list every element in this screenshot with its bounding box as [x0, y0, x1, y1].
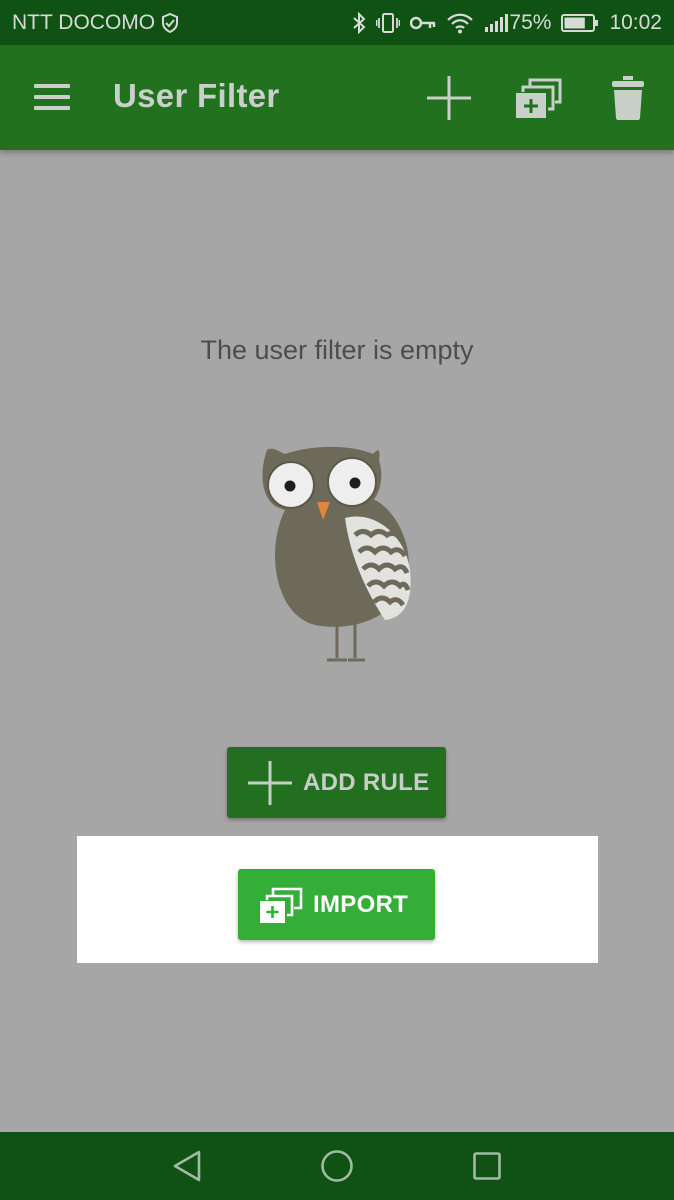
vpn-key-icon: [410, 15, 436, 31]
page-title: User Filter: [113, 77, 280, 114]
clock: 10:02: [609, 10, 662, 34]
recents-icon[interactable]: [467, 1146, 507, 1186]
import-button[interactable]: IMPORT: [238, 869, 435, 940]
battery-icon: [561, 13, 599, 33]
carrier-group: NTT DOCOMO: [12, 11, 179, 35]
bluetooth-icon: [352, 11, 366, 34]
app-bar: User Filter: [0, 45, 674, 150]
hamburger-menu-icon[interactable]: [34, 84, 72, 112]
add-rule-label: ADD RULE: [303, 768, 430, 796]
back-icon[interactable]: [167, 1146, 207, 1186]
vibrate-icon: [376, 12, 401, 34]
import-icon: [260, 887, 303, 923]
add-icon[interactable]: [421, 70, 477, 126]
carrier-name: NTT DOCOMO: [12, 10, 156, 34]
add-icon: [248, 760, 292, 805]
navigation-bar: [0, 1132, 674, 1200]
status-bar: NTT DOCOMO 75% 10:02: [0, 0, 674, 45]
shield-icon: [161, 12, 179, 33]
delete-icon[interactable]: [600, 70, 656, 126]
owl-illustration: [255, 440, 415, 665]
import-icon[interactable]: [510, 70, 566, 126]
home-icon[interactable]: [317, 1146, 357, 1186]
status-icons: 75% 10:02: [352, 11, 662, 35]
empty-state-message: The user filter is empty: [200, 335, 474, 365]
import-label: IMPORT: [313, 890, 409, 918]
signal-icon: 75%: [484, 11, 551, 35]
add-rule-button[interactable]: ADD RULE: [227, 747, 446, 818]
wifi-icon: [446, 12, 474, 34]
battery-percent: 75%: [509, 10, 552, 34]
